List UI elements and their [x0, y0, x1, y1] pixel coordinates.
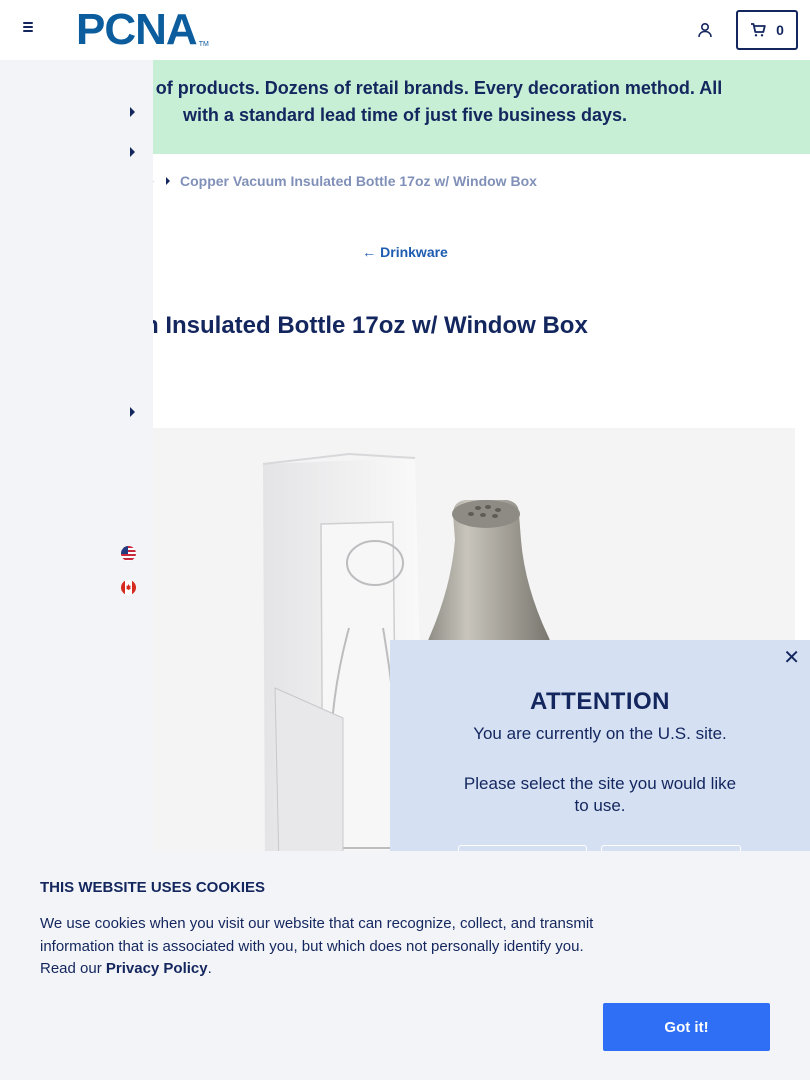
site-header: PCNA TM 0 — [0, 0, 810, 60]
popup-title: ATTENTION — [529, 688, 671, 715]
drawer-expand-caret-icon[interactable] — [124, 404, 140, 420]
drawer-expand-caret-icon[interactable] — [124, 104, 140, 120]
popup-instruction-text: Please select the site you would like to… — [463, 774, 737, 815]
site-selection-popup: ✕ ATTENTION You are currently on the U.S… — [390, 640, 810, 885]
us-flag-icon[interactable] — [121, 546, 136, 561]
cookie-title: THIS WEBSITE USES COOKIES — [40, 879, 266, 896]
close-icon[interactable]: ✕ — [783, 648, 800, 668]
cart-button[interactable]: 0 — [736, 10, 798, 50]
popup-current-site-text: You are currently on the U.S. site. — [473, 724, 727, 743]
drawer-expand-caret-icon[interactable] — [124, 144, 140, 160]
canada-flag-icon[interactable] — [121, 580, 136, 595]
got-it-button[interactable]: Got it! — [603, 1003, 770, 1051]
breadcrumb-separator-icon — [166, 177, 170, 185]
breadcrumb: › Copper Vacuum Insulated Bottle 17oz w/… — [150, 172, 537, 190]
product-title: uum Insulated Bottle 17oz w/ Window Box — [108, 312, 588, 339]
back-arrow-icon: ← — [362, 244, 377, 260]
back-link-label: Drinkware — [380, 244, 448, 260]
breadcrumb-current: Copper Vacuum Insulated Bottle 17oz w/ W… — [180, 173, 537, 189]
cookie-text: We use cookies when you visit our websit… — [40, 913, 600, 981]
cookie-period: . — [207, 960, 212, 977]
cart-icon — [751, 23, 766, 37]
cart-count: 0 — [776, 22, 784, 38]
pcna-logo[interactable]: PCNA TM — [76, 5, 209, 54]
logo-text: PCNA — [76, 5, 198, 54]
hamburger-menu-icon[interactable] — [18, 20, 38, 40]
cookie-consent-bar: THIS WEBSITE USES COOKIES We use cookies… — [0, 851, 810, 1080]
logo-trademark: TM — [198, 41, 209, 48]
privacy-policy-link[interactable]: Privacy Policy — [106, 960, 208, 977]
user-account-icon[interactable] — [697, 22, 713, 38]
